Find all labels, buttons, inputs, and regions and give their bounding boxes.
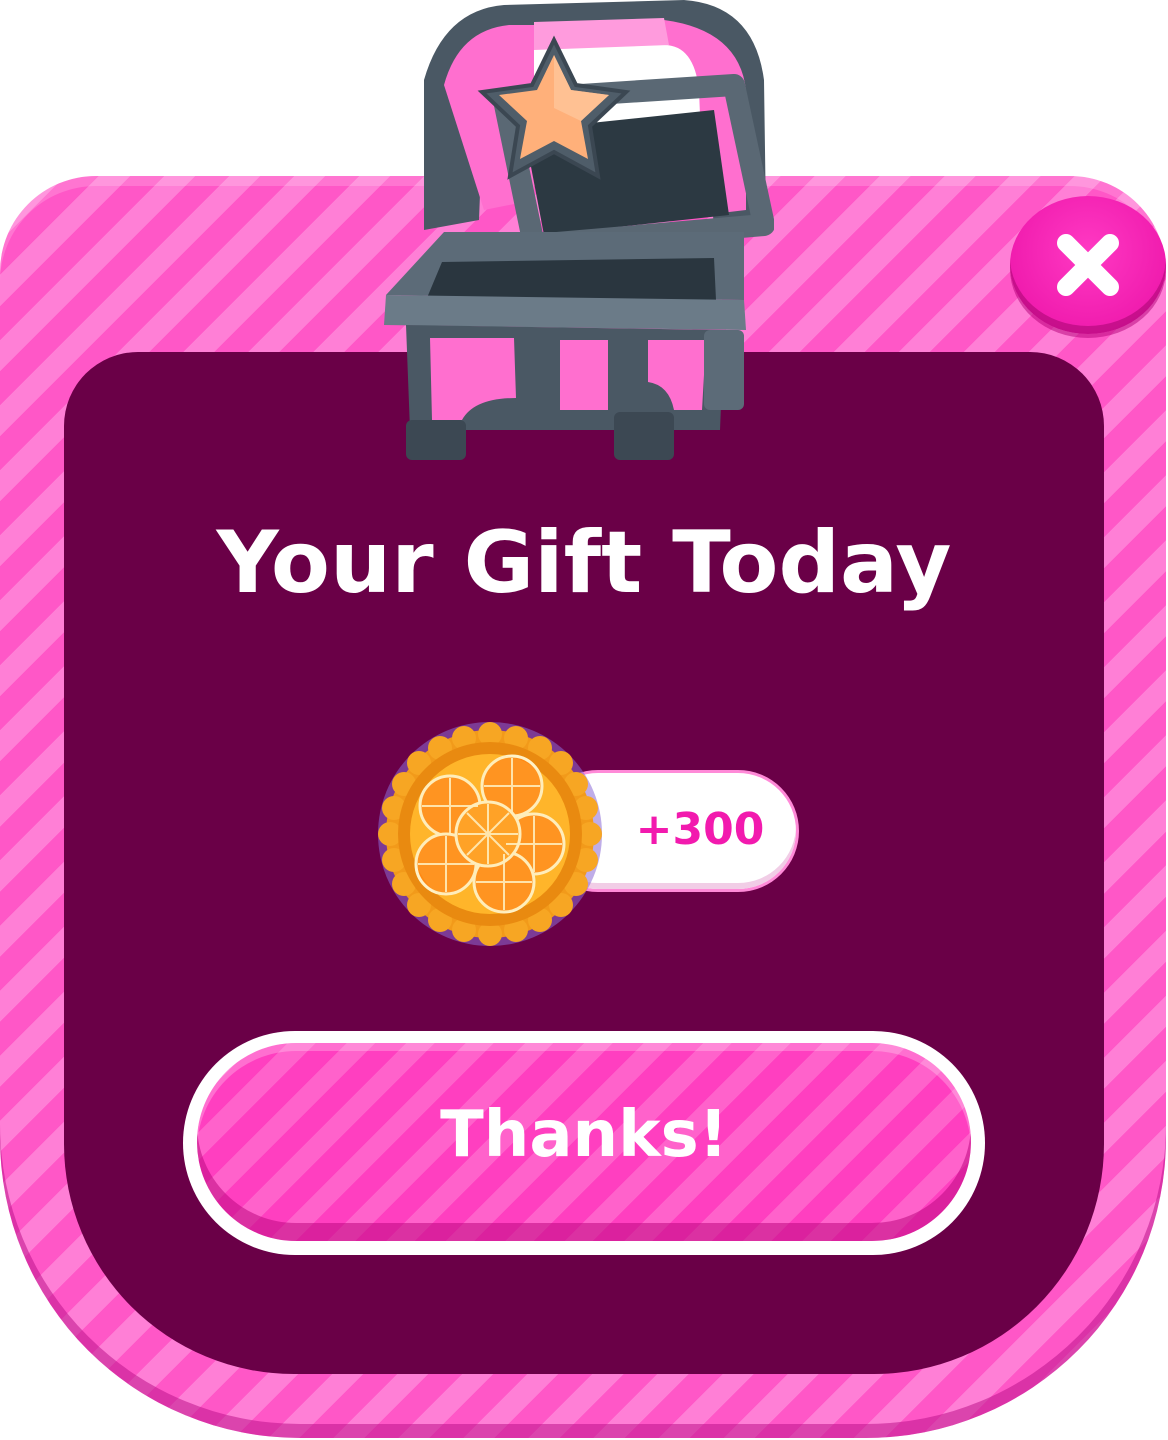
treasure-chest-icon bbox=[384, 0, 774, 460]
close-icon bbox=[1057, 234, 1119, 296]
close-button[interactable] bbox=[1010, 196, 1166, 334]
dialog-title: Your Gift Today bbox=[216, 513, 952, 613]
thanks-button[interactable] bbox=[197, 1043, 971, 1241]
orange-pie-icon bbox=[378, 722, 602, 946]
daily-gift-dialog: Your Gift Today +300 Thanks! bbox=[0, 0, 1168, 1440]
reward-amount: +300 bbox=[635, 804, 765, 855]
